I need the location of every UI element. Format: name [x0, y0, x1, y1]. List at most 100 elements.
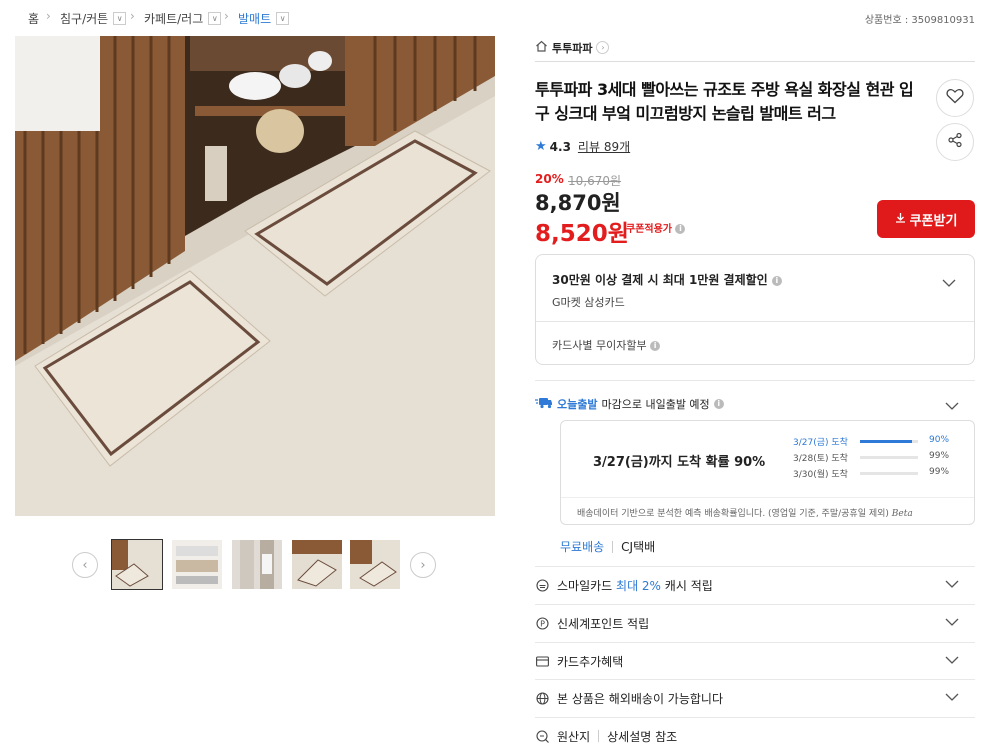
brand-link[interactable]: 투투파파 ›	[535, 34, 975, 62]
divider	[535, 380, 975, 381]
beta-label: Beta	[891, 509, 913, 519]
chevron-down-icon[interactable]: ∨	[276, 12, 290, 25]
credit-card-icon	[535, 654, 549, 668]
breadcrumb-item-bedding[interactable]: 침구/커튼 ∨	[60, 10, 127, 27]
thumbnail-4[interactable]	[292, 540, 342, 589]
magnifier-icon	[535, 729, 549, 743]
svg-text:P: P	[540, 619, 545, 628]
shipping-text: 마감으로 내일출발 예정	[601, 397, 710, 411]
globe-icon	[535, 691, 549, 705]
chevron-down-icon	[945, 691, 959, 705]
thumbnail-image	[172, 540, 222, 589]
chevron-down-icon	[945, 654, 959, 668]
thumbnail-prev-button[interactable]: ‹	[72, 552, 98, 578]
info-icon[interactable]: i	[675, 224, 686, 234]
origin-label: 원산지	[557, 729, 591, 744]
wishlist-button[interactable]	[936, 79, 974, 117]
chevron-down-icon[interactable]	[942, 273, 956, 292]
courier-name: CJ택배	[621, 540, 656, 554]
main-product-image[interactable]	[15, 36, 495, 516]
coupon-price: 8,520원	[535, 221, 629, 247]
delivery-date: 3/27(금) 도착	[793, 438, 848, 448]
product-title: 투투파파 3세대 빨아쓰는 규조토 주방 욕실 화장실 현관 입구 싱크대 부엌…	[535, 80, 914, 123]
breadcrumb-label[interactable]: 침구/커튼	[60, 10, 108, 27]
probability-bar	[860, 456, 918, 459]
breadcrumb-item-bathmat[interactable]: 발매트 ∨	[238, 10, 290, 27]
coupon-download-button[interactable]: 쿠폰받기	[877, 200, 975, 238]
origin-value: 상세설명 참조	[607, 729, 678, 744]
review-link[interactable]: 리뷰 89개	[578, 138, 630, 155]
delivery-date: 3/28(토) 도착	[793, 454, 848, 464]
overseas-label: 본 상품은 해외배송이 가능합니다	[557, 691, 724, 706]
thumbnail-image	[292, 540, 342, 589]
chevron-right-icon: ›	[596, 41, 610, 54]
chevron-down-icon[interactable]: ∨	[113, 12, 127, 25]
installment-text[interactable]: 카드사별 무이자할부	[552, 339, 647, 352]
delivery-probability: 99%	[929, 451, 950, 461]
accordion-overseas-shipping[interactable]: 본 상품은 해외배송이 가능합니다	[535, 679, 975, 716]
accordion-card-benefit[interactable]: 카드추가혜택	[535, 642, 975, 679]
chevron-down-icon[interactable]	[945, 396, 959, 415]
free-shipping-label: 무료배송	[560, 540, 605, 554]
divider	[536, 321, 974, 322]
delivery-prediction-main: 3/27(금)까지 도착 확률 90%	[593, 455, 766, 470]
breadcrumb-item-carpet[interactable]: 카페트/러그 ∨	[144, 10, 222, 27]
breadcrumb-home-label[interactable]: 홈	[28, 10, 39, 27]
product-photo	[15, 36, 495, 516]
delivery-note: 배송데이터 기반으로 분석한 예측 배송확률입니다. (영업일 기준, 주말/공…	[577, 506, 913, 519]
accordion-origin[interactable]: 원산지 상세설명 참조	[535, 717, 975, 754]
delivery-prediction-box: 3/27(금)까지 도착 확률 90% 3/27(금) 도착 90% 3/28(토)…	[560, 420, 975, 525]
thumbnail-2[interactable]	[172, 540, 222, 589]
accordion-smile-card[interactable]: 스마일카드 최대 2% 캐시 적립	[535, 566, 975, 603]
accordion-shinsegae-point[interactable]: P 신세계포인트 적립	[535, 604, 975, 641]
heart-icon	[946, 88, 964, 108]
breadcrumb-separator: ›	[130, 9, 135, 23]
product-number: 상품번호 : 3509810931	[864, 15, 975, 26]
divider	[598, 730, 600, 742]
probability-bar	[860, 472, 918, 475]
point-icon: P	[535, 616, 549, 630]
chevron-down-icon[interactable]: ∨	[208, 12, 222, 25]
share-icon	[947, 132, 963, 152]
rating-value: 4.3	[549, 139, 571, 154]
shinsegae-label: 신세계포인트 적립	[557, 616, 650, 631]
info-icon[interactable]: i	[771, 276, 782, 286]
breadcrumb-home[interactable]: 홈	[28, 10, 39, 27]
info-icon[interactable]: i	[650, 341, 661, 351]
chevron-down-icon	[945, 616, 959, 630]
breadcrumb-separator: ›	[46, 9, 51, 23]
probability-bar	[860, 440, 918, 443]
smile-card-text: 캐시 적립	[664, 578, 713, 593]
discount-rate: 20%	[535, 172, 564, 186]
card-promo[interactable]: 30만원 이상 결제 시 최대 1만원 결제할인 i	[552, 271, 782, 288]
divider	[612, 540, 614, 553]
coin-icon	[535, 578, 549, 592]
thumbnail-5[interactable]	[350, 540, 400, 589]
card-discount-box: 30만원 이상 결제 시 최대 1만원 결제할인 i G마켓 삼성카드 카드사별…	[535, 254, 975, 365]
chevron-right-icon: ›	[420, 557, 426, 573]
card-benefit-label: 카드추가혜택	[557, 654, 624, 669]
thumbnail-next-button[interactable]: ›	[410, 552, 436, 578]
today-ship-badge: 오늘출발	[557, 397, 598, 411]
thumbnail-strip: ‹ ›	[72, 539, 442, 590]
coupon-button-label[interactable]: 쿠폰받기	[910, 210, 958, 229]
breadcrumb-label[interactable]: 발매트	[238, 10, 271, 27]
breadcrumb-separator: ›	[224, 9, 229, 23]
info-icon[interactable]: i	[713, 398, 724, 409]
breadcrumb-label[interactable]: 카페트/러그	[144, 10, 203, 27]
shipping-row[interactable]: 오늘출발 마감으로 내일출발 예정 i	[535, 395, 724, 412]
star-icon: ★	[535, 139, 547, 154]
thumbnail-image	[350, 540, 400, 589]
installment-info[interactable]: 카드사별 무이자할부 i	[552, 337, 661, 353]
thumbnail-1[interactable]	[111, 539, 163, 590]
breadcrumb: 홈 › 침구/커튼 ∨ › 카페트/러그 ∨ › 발매트 ∨ 상품번호 : 35098…	[0, 0, 987, 34]
share-button[interactable]	[936, 123, 974, 161]
free-shipping-row: 무료배송 CJ택배	[560, 538, 655, 555]
brand-name[interactable]: 투투파파	[552, 40, 592, 56]
smile-card-label: 스마일카드 최대 2% 캐시 적립	[557, 577, 713, 594]
chevron-down-icon	[945, 578, 959, 592]
delivery-date: 3/30(월) 도착	[793, 470, 848, 480]
thumbnail-3[interactable]	[232, 540, 282, 589]
card-promo-text[interactable]: 30만원 이상 결제 시 최대 1만원 결제할인	[552, 273, 768, 287]
chevron-left-icon: ‹	[82, 557, 88, 573]
